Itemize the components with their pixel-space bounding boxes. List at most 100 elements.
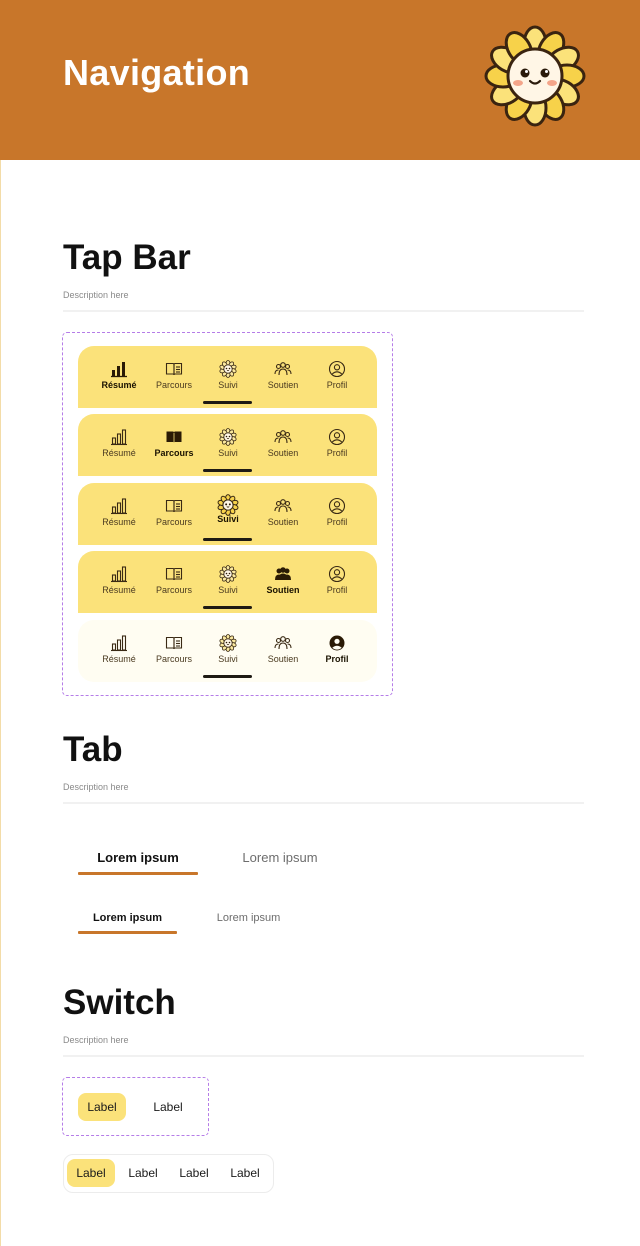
tab-small-active-underline xyxy=(78,931,177,934)
tapbar-item-label: Résumé xyxy=(102,448,136,458)
people-group-icon xyxy=(255,565,311,583)
tapbar-item-parcours[interactable]: Parcours xyxy=(146,428,202,462)
tab-large-inactive[interactable]: Lorem ipsum xyxy=(220,850,340,865)
tapbar-variant-resume: Résumé Parcours Suivi Soutien Profil xyxy=(78,346,377,408)
tapbar-item-label: Profil xyxy=(326,380,348,390)
home-indicator xyxy=(203,538,252,541)
tapbar-item-profil[interactable]: Profil xyxy=(309,634,365,668)
tapbar-item-parcours[interactable]: Parcours xyxy=(146,634,202,668)
tapbar-item-resume[interactable]: Résumé xyxy=(91,428,147,462)
switch-two-option-2[interactable]: Label xyxy=(143,1093,193,1121)
tab-small-active[interactable]: Lorem ipsum xyxy=(78,912,177,924)
tapbar-item-label: Parcours xyxy=(155,585,192,595)
tapbar-item-resume[interactable]: Résumé xyxy=(91,634,147,668)
home-indicator xyxy=(203,469,252,472)
people-group-icon xyxy=(255,497,311,515)
tapbar-item-profil[interactable]: Profil xyxy=(309,428,365,462)
tapbar-variant-soutien: Résumé Parcours Suivi Soutien Profil xyxy=(78,551,377,613)
people-group-icon xyxy=(255,360,311,378)
switch-section-divider xyxy=(63,1055,584,1057)
tab-section-description: Description here xyxy=(63,782,129,792)
user-circle-icon xyxy=(309,634,365,652)
switch-section-title: Switch xyxy=(63,983,176,1022)
open-book-icon xyxy=(146,565,202,583)
tapbar-section-divider xyxy=(63,310,584,312)
tapbar-item-parcours[interactable]: Parcours xyxy=(146,565,202,599)
tapbar-section-description: Description here xyxy=(63,290,129,300)
switch-four-option-3[interactable]: Label xyxy=(170,1159,218,1187)
tapbar-item-label: Résumé xyxy=(102,654,136,664)
tapbar-item-label: Parcours xyxy=(155,517,192,527)
page-left-rule xyxy=(0,160,1,1246)
switch-section-description: Description here xyxy=(63,1035,129,1045)
tapbar-item-suivi[interactable]: Suivi xyxy=(200,565,256,599)
tapbar-item-label: Soutien xyxy=(266,585,300,595)
tapbar-item-soutien[interactable]: Soutien xyxy=(255,360,311,394)
tapbar-item-profil[interactable]: Profil xyxy=(309,565,365,599)
tapbar-item-soutien[interactable]: Soutien xyxy=(255,565,311,599)
tapbar-item-soutien[interactable]: Soutien xyxy=(255,428,311,462)
tab-small-inactive[interactable]: Lorem ipsum xyxy=(199,912,298,924)
tapbar-item-soutien[interactable]: Soutien xyxy=(255,634,311,668)
user-circle-icon xyxy=(309,565,365,583)
switch-two-option-1[interactable]: Label xyxy=(78,1093,126,1121)
sunflower-icon xyxy=(200,565,256,583)
page-header: Navigation xyxy=(0,0,640,160)
tapbar-item-resume[interactable]: Résumé xyxy=(91,360,147,394)
sunflower-icon xyxy=(200,360,256,378)
tapbar-item-soutien[interactable]: Soutien xyxy=(255,497,311,531)
sunflower-icon xyxy=(200,428,256,446)
user-circle-icon xyxy=(309,428,365,446)
sunflower-icon xyxy=(200,494,256,516)
tapbar-item-label: Résumé xyxy=(102,517,136,527)
bar-chart-icon xyxy=(91,634,147,652)
open-book-icon xyxy=(146,428,202,446)
tapbar-variant-suivi: Résumé Parcours Suivi Soutien Profil xyxy=(78,483,377,545)
sunflower-mascot-icon xyxy=(484,25,586,127)
switch-four-option-2[interactable]: Label xyxy=(119,1159,167,1187)
tapbar-item-parcours[interactable]: Parcours xyxy=(146,360,202,394)
open-book-icon xyxy=(146,497,202,515)
tapbar-item-label: Soutien xyxy=(267,380,299,390)
tapbar-item-suivi[interactable]: Suivi xyxy=(200,360,256,394)
page-title: Navigation xyxy=(63,52,251,93)
home-indicator xyxy=(203,606,252,609)
tapbar-item-label: Suivi xyxy=(218,380,238,390)
tapbar-item-resume[interactable]: Résumé xyxy=(91,565,147,599)
tapbar-item-suivi[interactable]: Suivi xyxy=(200,494,256,531)
tapbar-item-resume[interactable]: Résumé xyxy=(91,497,147,531)
tapbar-item-label: Suivi xyxy=(218,585,238,595)
tapbar-item-label: Profil xyxy=(326,448,348,458)
tapbar-item-label: Profil xyxy=(326,517,348,527)
home-indicator xyxy=(203,401,252,404)
user-circle-icon xyxy=(309,497,365,515)
tapbar-section-title: Tap Bar xyxy=(63,238,191,277)
tapbar-item-label: Suivi xyxy=(218,654,238,664)
tapbar-item-label: Parcours xyxy=(154,448,194,458)
tapbar-item-label: Résumé xyxy=(101,380,137,390)
tapbar-item-label: Parcours xyxy=(155,654,192,664)
bar-chart-icon xyxy=(91,497,147,515)
tapbar-variant-profil: Résumé Parcours Suivi Soutien Profil xyxy=(78,620,377,682)
tapbar-item-profil[interactable]: Profil xyxy=(309,360,365,394)
bar-chart-icon xyxy=(91,565,147,583)
home-indicator xyxy=(203,675,252,678)
tapbar-item-label: Résumé xyxy=(102,585,136,595)
tapbar-item-label: Parcours xyxy=(155,380,192,390)
tapbar-item-suivi[interactable]: Suivi xyxy=(200,428,256,462)
tapbar-item-suivi[interactable]: Suivi xyxy=(200,634,256,668)
tapbar-item-parcours[interactable]: Parcours xyxy=(146,497,202,531)
tapbar-item-profil[interactable]: Profil xyxy=(309,497,365,531)
switch-four-option-1[interactable]: Label xyxy=(67,1159,115,1187)
tapbar-item-label: Profil xyxy=(325,654,349,664)
open-book-icon xyxy=(146,360,202,378)
tapbar-variant-parcours: Résumé Parcours Suivi Soutien Profil xyxy=(78,414,377,476)
tab-section-divider xyxy=(63,802,584,804)
sunflower-icon xyxy=(200,634,256,652)
people-group-icon xyxy=(255,428,311,446)
tab-large-active[interactable]: Lorem ipsum xyxy=(78,850,198,865)
switch-four-option-4[interactable]: Label xyxy=(221,1159,269,1187)
tapbar-item-label: Soutien xyxy=(267,448,299,458)
open-book-icon xyxy=(146,634,202,652)
bar-chart-icon xyxy=(91,428,147,446)
